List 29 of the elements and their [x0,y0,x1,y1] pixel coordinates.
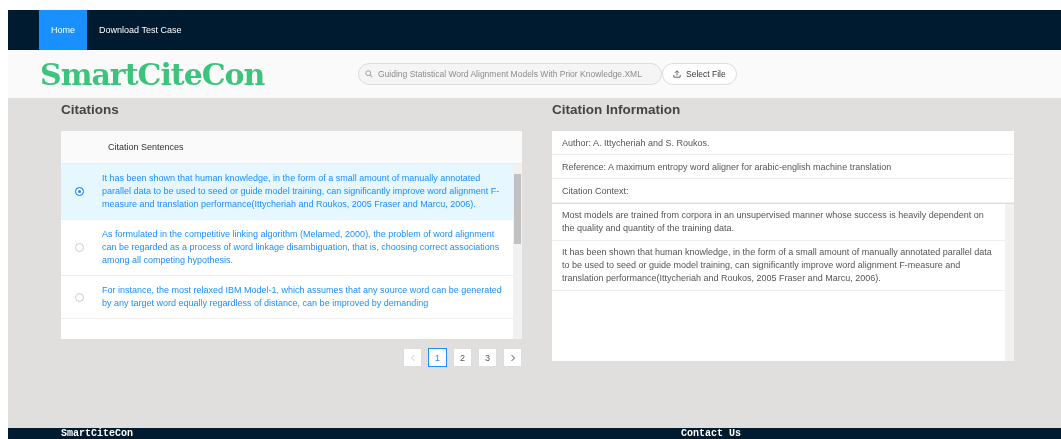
citation-sentence: As formulated in the competitive linking algorithm (Melamed, 2000), the problem of word alignment can be regarded as a process of word linkage disambiguation, that is, choosing correct associations among all competing hypothesis. [102,228,501,267]
reference-text: Reference: A maximum entropy word aligner for arabic-english machine translation [552,155,1014,179]
context-sentence: Most models are trained from corpora in an unsupervised manner whose success is heavily dependent on the quality and quantity of the training data. [552,204,1005,241]
select-file-button[interactable]: Select File [662,63,737,85]
radio-button[interactable] [75,292,84,302]
citation-sentence: For instance, the most relaxed IBM Model-1, which assumes that any source word can be generated by any target word equally regardless of distance, can be improved by demanding [102,284,503,310]
column-header: Citation Sentences [61,131,522,164]
chevron-icon [509,353,516,362]
context-label: Citation Context: [552,179,1014,203]
radio-button[interactable] [75,243,84,252]
citation-row[interactable] [61,164,513,220]
section-title: Citation Information [552,102,682,117]
footer-link[interactable]: Contact Us [681,428,741,439]
logo: SmartCiteCon [40,56,266,92]
page-button[interactable]: 3 [478,348,497,367]
scrollbar[interactable] [1005,204,1014,361]
section-title: Citations [61,102,120,117]
page-button[interactable]: 2 [453,348,472,367]
search-icon [365,70,373,78]
radio-button[interactable] [75,187,84,196]
nav-tab[interactable]: Download Test Case [87,10,194,50]
scrollbar[interactable] [513,164,522,339]
citation-sentence: It has been shown that human knowledge, in the form of a small amount of manually annotated parallel data to be used to seed or guide model training, can significantly improve word alignment F-measure and translation performance(Ittycheriah and Roukos, 2005 Fraser and Marcu, 2006). [102,172,501,211]
upload-icon [673,70,681,78]
context-sentence: It has been shown that human knowledge, in the form of a small amount of manually annotated parallel data to be used to seed or guide model training, can significantly improve word alignment F-measure and translation performance(Ittycheriah and Roukos, 2005 Fraser and Marcu, 2006). [552,241,1005,291]
next-page-button[interactable] [503,348,522,367]
author-text: Author: A. Ittycheriah and S. Roukos. [552,131,1014,155]
chevron-icon [409,353,416,362]
footer-title: SmartCiteCon [61,428,134,439]
